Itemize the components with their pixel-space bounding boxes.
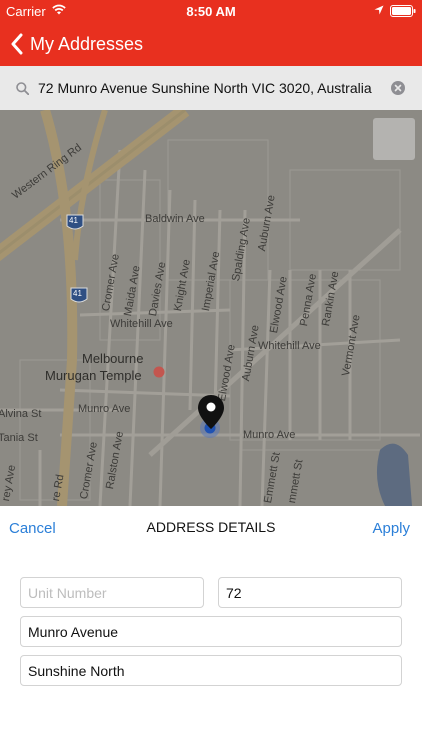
map-label-whitehill-ave-left: Whitehill Ave — [110, 318, 173, 330]
chevron-left-icon — [11, 33, 23, 55]
map-label-shield-41: 41 — [69, 216, 78, 225]
map-label-baldwin-ave: Baldwin Ave — [145, 213, 205, 225]
clock: 8:50 AM — [186, 4, 236, 19]
map-label-temple-line2: Murugan Temple — [45, 368, 142, 383]
address-search-bar: 72 Munro Avenue Sunshine North VIC 3020,… — [0, 66, 422, 110]
map-label-munro-ave-right: Munro Ave — [243, 429, 296, 441]
nav-bar: My Addresses — [0, 22, 422, 66]
back-button-label: My Addresses — [30, 33, 144, 54]
street-name-input[interactable] — [20, 616, 402, 647]
search-icon — [16, 82, 29, 95]
address-details-panel: Cancel ADDRESS DETAILS Apply — [0, 506, 422, 750]
map-view[interactable]: Western Ring Rd 41 41 Baldwin Ave Auburn… — [0, 110, 422, 506]
suburb-input[interactable] — [20, 655, 402, 686]
clear-search-icon[interactable] — [391, 81, 405, 95]
apply-button[interactable]: Apply — [372, 520, 410, 537]
address-search-input[interactable]: 72 Munro Avenue Sunshine North VIC 3020,… — [38, 76, 383, 100]
map-control-button[interactable] — [373, 118, 415, 160]
street-number-input[interactable] — [218, 577, 402, 608]
unit-number-input[interactable] — [20, 577, 204, 608]
map-label-munro-ave-left: Munro Ave — [78, 403, 131, 415]
status-bar: Carrier 8:50 AM — [0, 0, 422, 22]
map-label-shield-41-lower: 41 — [73, 289, 82, 298]
map-label-temple-line1: Melbourne — [82, 351, 144, 366]
battery-icon — [390, 5, 416, 17]
map-label-alvina-st: Alvina St — [0, 408, 42, 420]
location-pin-icon[interactable] — [196, 393, 226, 437]
back-button[interactable]: My Addresses — [10, 32, 143, 56]
map-label-whitehill-ave-right: Whitehill Ave — [258, 340, 321, 352]
location-arrow-icon — [374, 5, 384, 15]
temple-marker-icon — [153, 366, 165, 378]
map-label-tania-st: Tania St — [0, 432, 38, 444]
panel-title: ADDRESS DETAILS — [146, 519, 276, 535]
